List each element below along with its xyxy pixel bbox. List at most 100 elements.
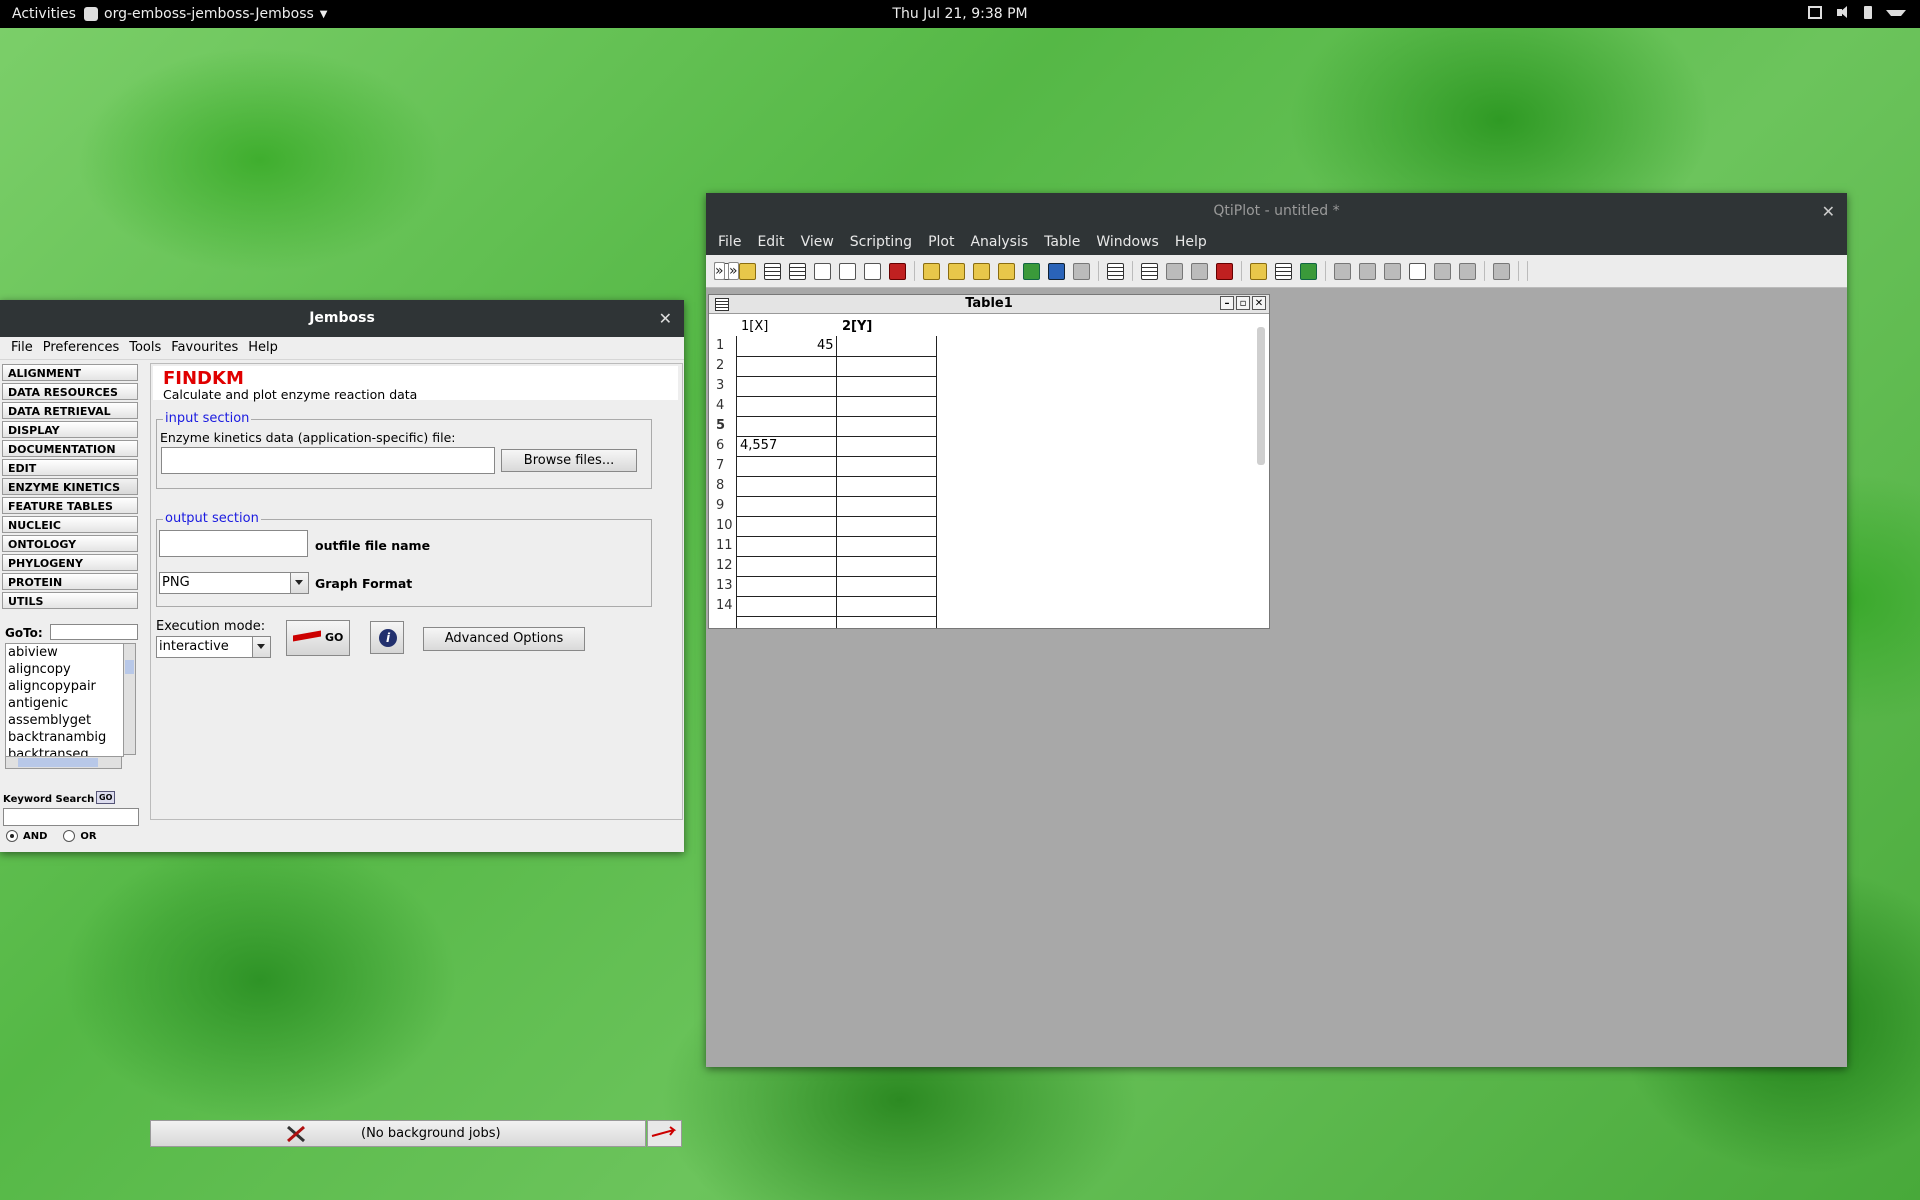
menu-tools[interactable]: Tools — [126, 337, 164, 359]
table-row[interactable] — [736, 376, 936, 397]
category-alignment[interactable]: ALIGNMENT — [2, 364, 138, 381]
go-button[interactable]: GO — [286, 620, 350, 656]
add-column-icon[interactable] — [1141, 262, 1158, 280]
menu-windows[interactable]: Windows — [1096, 230, 1159, 255]
category-nucleic[interactable]: NUCLEIC — [2, 516, 138, 533]
row-number[interactable]: 2 — [716, 358, 724, 373]
category-ontology[interactable]: ONTOLOGY — [2, 535, 138, 552]
row-number[interactable]: 4 — [716, 398, 724, 413]
table-row[interactable] — [736, 536, 936, 557]
new-function-icon[interactable] — [864, 262, 881, 280]
save-project-icon[interactable] — [1048, 262, 1065, 280]
menu-file[interactable]: File — [718, 230, 741, 255]
outfile-field[interactable] — [159, 530, 308, 557]
category-data-resources[interactable]: DATA RESOURCES — [2, 383, 138, 400]
row-number[interactable]: 10 — [716, 518, 733, 533]
new-matrix-icon[interactable] — [789, 262, 806, 280]
keyword-search-input[interactable] — [3, 808, 139, 826]
menu-help[interactable]: Help — [1175, 230, 1207, 255]
print-preview-icon[interactable] — [1191, 262, 1208, 280]
close-icon[interactable]: ✕ — [1822, 193, 1835, 230]
redo-icon[interactable] — [1359, 262, 1376, 280]
browse-files-button[interactable]: Browse files... — [501, 449, 637, 472]
row-number[interactable]: 5 — [716, 418, 725, 433]
program-list-vertical-scrollbar[interactable] — [123, 643, 136, 755]
activities-button[interactable]: Activities — [12, 6, 76, 22]
new-note-icon[interactable] — [814, 262, 831, 280]
media-play-icon[interactable] — [1493, 262, 1510, 280]
scrollbar-thumb[interactable] — [18, 758, 98, 767]
category-documentation[interactable]: DOCUMENTATION — [2, 440, 138, 457]
menu-favourites[interactable]: Favourites — [168, 337, 241, 359]
app-menu[interactable]: org-emboss-jemboss-Jemboss ▼ — [84, 6, 328, 22]
goto-input[interactable] — [50, 624, 138, 640]
input-file-field[interactable] — [161, 447, 495, 474]
category-display[interactable]: DISPLAY — [2, 421, 138, 438]
menu-file[interactable]: File — [8, 337, 36, 359]
new-folder-icon[interactable] — [739, 262, 756, 280]
program-list-horizontal-scrollbar[interactable] — [5, 756, 122, 769]
clear-icon[interactable] — [1459, 262, 1476, 280]
minimize-icon[interactable]: – — [1220, 296, 1234, 310]
category-utils[interactable]: UTILS — [2, 592, 138, 609]
category-enzyme-kinetics[interactable]: ENZYME KINETICS — [2, 478, 138, 495]
row-number[interactable]: 7 — [716, 458, 724, 473]
cell-r6-x[interactable]: 4,557 — [740, 438, 777, 453]
table-row[interactable] — [736, 516, 936, 537]
new-3d-plot-icon[interactable] — [889, 262, 906, 280]
category-feature-tables[interactable]: FEATURE TABLES — [2, 497, 138, 514]
menu-view[interactable]: View — [801, 230, 834, 255]
cell-r1-x[interactable]: 45 — [817, 338, 834, 353]
category-phylogeny[interactable]: PHYLOGENY — [2, 554, 138, 571]
menu-help[interactable]: Help — [245, 337, 281, 359]
table-row[interactable] — [736, 476, 936, 497]
import-image-icon[interactable] — [1023, 262, 1040, 280]
project-explorer-icon[interactable] — [1250, 262, 1267, 280]
list-item[interactable]: backtranambig — [6, 729, 123, 746]
chevron-down-icon[interactable] — [252, 637, 270, 657]
menu-preferences[interactable]: Preferences — [40, 337, 122, 359]
column-header-y[interactable]: 2[Y] — [842, 319, 872, 334]
row-number[interactable]: 3 — [716, 378, 724, 393]
row-number[interactable]: 11 — [716, 538, 733, 553]
list-item[interactable]: aligncopy — [6, 661, 123, 678]
cut-icon[interactable] — [1384, 262, 1401, 280]
row-number[interactable]: 6 — [716, 438, 724, 453]
row-number[interactable]: 8 — [716, 478, 724, 493]
table-vertical-scrollbar[interactable] — [1256, 319, 1266, 619]
list-item[interactable]: assemblyget — [6, 712, 123, 729]
keyword-search-go-button[interactable]: GO — [96, 791, 116, 804]
program-list[interactable]: abiview aligncopy aligncopypair antigeni… — [5, 643, 124, 757]
list-item[interactable]: aligncopypair — [6, 678, 123, 695]
clock[interactable]: Thu Jul 21, 9:38 PM — [892, 6, 1027, 22]
table-row[interactable] — [736, 416, 936, 437]
results-log-icon[interactable] — [1275, 262, 1292, 280]
table-row[interactable] — [736, 356, 936, 377]
list-item[interactable]: abiview — [6, 644, 123, 661]
menu-table[interactable]: Table — [1044, 230, 1080, 255]
graph-format-select[interactable]: PNG — [159, 572, 309, 594]
open-template-icon[interactable] — [948, 262, 965, 280]
row-number[interactable]: 9 — [716, 498, 724, 513]
table-row[interactable] — [736, 576, 936, 597]
jobs-indicator-button[interactable] — [647, 1120, 682, 1147]
system-tray[interactable] — [1808, 6, 1906, 19]
close-icon[interactable]: ✕ — [659, 300, 672, 337]
table1-titlebar[interactable]: Table1 – ▫ ✕ — [709, 295, 1269, 314]
table-row[interactable] — [736, 496, 936, 517]
table-row[interactable] — [736, 336, 936, 357]
new-graph-icon[interactable] — [839, 262, 856, 280]
recent-projects-icon[interactable] — [973, 262, 990, 280]
column-header-x[interactable]: 1[X] — [741, 319, 768, 334]
row-number[interactable]: 13 — [716, 578, 733, 593]
table-stats-icon[interactable] — [1107, 262, 1124, 280]
close-icon[interactable]: ✕ — [1252, 296, 1266, 310]
new-table-icon[interactable] — [764, 262, 781, 280]
radio-and[interactable] — [6, 830, 18, 842]
save-template-icon[interactable] — [1073, 262, 1090, 280]
menu-analysis[interactable]: Analysis — [970, 230, 1028, 255]
scrollbar-thumb[interactable] — [1257, 327, 1265, 465]
execution-mode-select[interactable]: interactive — [156, 636, 271, 658]
console-icon[interactable] — [1300, 262, 1317, 280]
category-data-retrieval[interactable]: DATA RETRIEVAL — [2, 402, 138, 419]
